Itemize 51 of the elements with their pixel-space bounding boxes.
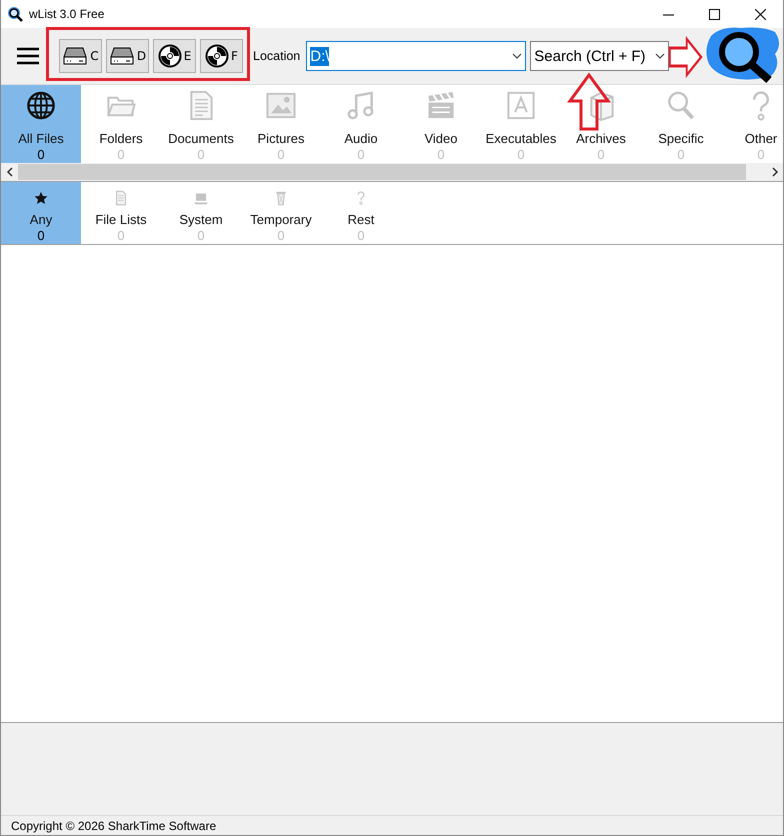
category-tab[interactable]: Other 0 (721, 85, 783, 163)
drive-button[interactable]: E (153, 39, 196, 73)
subcategory-tab[interactable]: File Lists 0 (81, 182, 161, 244)
disc-icon (205, 44, 230, 68)
subcategory-tab[interactable]: System 0 (161, 182, 241, 244)
subcategory-tab[interactable]: Any 0 (1, 182, 81, 244)
count: 0 (117, 228, 125, 244)
category-tab[interactable]: Archives 0 (561, 85, 641, 163)
up-arrow (567, 72, 611, 132)
category-tab[interactable]: Pictures 0 (241, 85, 321, 163)
globe-icon (25, 90, 57, 121)
count: 0 (197, 147, 205, 163)
menu-icon[interactable] (17, 47, 39, 65)
drive-button[interactable]: F (200, 39, 243, 73)
category-tab[interactable]: Specific 0 (641, 85, 721, 163)
count: 0 (357, 228, 365, 244)
app-logo-icon (7, 6, 23, 22)
count: 0 (197, 228, 205, 244)
drive-button[interactable]: D (106, 39, 149, 73)
right-arrow (668, 36, 703, 78)
location-label: Location (253, 49, 300, 63)
subcategory-tab[interactable]: Rest 0 (321, 182, 401, 244)
count: 0 (597, 147, 605, 163)
count: 0 (277, 228, 285, 244)
count: 0 (437, 147, 445, 163)
category-tab[interactable]: Video 0 (401, 85, 481, 163)
category-tab[interactable]: Folders 0 (81, 85, 161, 163)
category-tab[interactable]: Executables 0 (481, 85, 561, 163)
count: 0 (677, 147, 685, 163)
close-icon (754, 8, 766, 20)
count: 0 (37, 228, 45, 244)
maximize-icon (708, 8, 720, 20)
count: 0 (277, 147, 285, 163)
status-text: Copyright © 2026 SharkTime Software (11, 818, 216, 832)
count: 0 (117, 147, 125, 163)
count: 0 (37, 147, 45, 163)
search-field[interactable]: Search (Ctrl + F) (530, 41, 670, 71)
disc-icon (158, 44, 182, 68)
letter-a-box-icon (505, 90, 537, 121)
category-tab[interactable]: Documents 0 (161, 85, 241, 163)
count: 0 (757, 147, 765, 163)
picture-icon (265, 90, 297, 121)
count: 0 (517, 147, 525, 163)
count: 0 (357, 147, 365, 163)
category-tab[interactable]: All Files 0 (1, 85, 81, 163)
search-icon (665, 90, 697, 121)
category-tab[interactable]: Audio 0 (321, 85, 401, 163)
location-field[interactable]: D:\ (306, 41, 526, 71)
window-title: wList 3.0 Free (29, 7, 104, 21)
drive-button[interactable]: C (59, 39, 102, 73)
subcategory-tab[interactable]: Temporary 0 (241, 182, 321, 244)
